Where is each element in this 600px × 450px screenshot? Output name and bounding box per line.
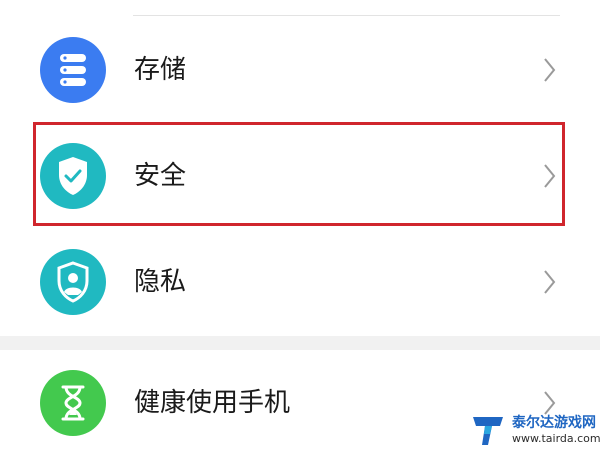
hourglass-icon [40,370,106,436]
watermark: 泰尔达游戏网 www.tairda.com [470,410,600,450]
settings-item-label: 存储 [134,55,187,85]
storage-icon [40,37,106,103]
settings-item-privacy[interactable]: 隐私 [0,229,600,335]
chevron-right-icon [544,58,556,82]
shield-check-icon [40,143,106,209]
settings-item-label: 安全 [134,161,187,191]
settings-group-primary: 存储 安全 隐私 [0,0,600,336]
watermark-logo-icon [473,417,503,445]
settings-item-label: 健康使用手机 [134,388,291,418]
chevron-right-icon [544,270,556,294]
chevron-right-icon [544,164,556,188]
divider [133,15,560,16]
privacy-icon [40,249,106,315]
watermark-title: 泰尔达游戏网 [512,415,596,431]
settings-item-storage[interactable]: 存储 [0,17,600,123]
settings-page: 存储 安全 隐私 健康使用手机 泰尔达游戏网 www.tairda.com [0,0,600,450]
watermark-url: www.tairda.com [512,432,600,445]
settings-item-security[interactable]: 安全 [0,123,600,229]
settings-item-label: 隐私 [134,267,187,297]
